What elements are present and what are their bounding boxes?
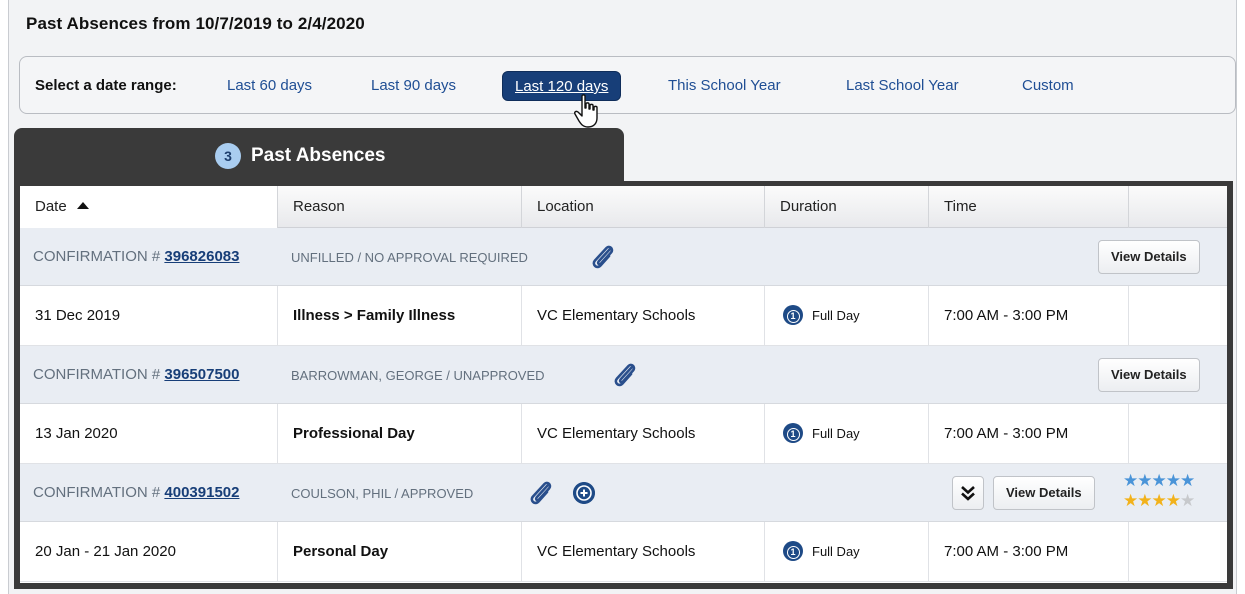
confirmation-number-link[interactable]: 396826083 (164, 248, 239, 265)
page-title: Past Absences from 10/7/2019 to 2/4/2020 (26, 14, 365, 33)
confirmation-row: CONFIRMATION # 396826083 UNFILLED / NO A… (20, 228, 1227, 286)
blue-star-rating[interactable]: ★★★★★ (1123, 471, 1195, 491)
range-this-school-year[interactable]: This School Year (656, 71, 793, 101)
view-details-button[interactable]: View Details (993, 476, 1095, 510)
clock-icon: 1 (783, 541, 803, 562)
date-range-selector: Select a date range: Last 60 days Last 9… (19, 56, 1236, 114)
confirmation-row: CONFIRMATION # 396507500 BARROWMAN, GEOR… (20, 346, 1227, 404)
absence-duration: 1 Full Day (765, 286, 929, 346)
absence-date: 31 Dec 2019 (20, 286, 278, 346)
absence-status: UNFILLED / NO APPROVAL REQUIRED (291, 250, 528, 265)
rating-stars[interactable]: ★★★★★ ★★★★★ (1123, 471, 1195, 511)
range-last-60-days[interactable]: Last 60 days (215, 71, 324, 101)
absence-date: 20 Jan - 21 Jan 2020 (20, 522, 278, 582)
paperclip-icon[interactable] (588, 242, 618, 272)
view-details-button[interactable]: View Details (1098, 358, 1200, 392)
hand-cursor-icon (574, 94, 598, 128)
range-last-90-days[interactable]: Last 90 days (359, 71, 468, 101)
table-row[interactable]: 13 Jan 2020 Professional Day VC Elementa… (20, 404, 1227, 464)
absences-table: Date Reason Location Duration Time CONFI… (20, 186, 1227, 583)
absence-time: 7:00 AM - 3:00 PM (929, 286, 1129, 346)
absence-time: 7:00 AM - 3:00 PM (929, 522, 1129, 582)
range-last-120-days[interactable]: Last 120 days (502, 71, 622, 101)
add-circle-icon[interactable] (573, 482, 595, 504)
column-header-location[interactable]: Location (522, 186, 765, 228)
absence-status: COULSON, PHIL / APPROVED (291, 486, 474, 501)
absence-status: BARROWMAN, GEORGE / UNAPPROVED (291, 368, 545, 383)
absences-table-frame: Date Reason Location Duration Time CONFI… (14, 181, 1233, 589)
table-row[interactable]: 20 Jan - 21 Jan 2020 Personal Day VC Ele… (20, 522, 1227, 582)
absence-time: 7:00 AM - 3:00 PM (929, 404, 1129, 464)
absence-reason: Illness > Family Illness (278, 286, 522, 346)
absence-reason: Personal Day (278, 522, 522, 582)
date-range-label: Select a date range: (35, 77, 177, 94)
absence-date: 13 Jan 2020 (20, 404, 278, 464)
expand-button[interactable] (952, 476, 984, 510)
absence-location: VC Elementary Schools (522, 404, 765, 464)
paperclip-icon[interactable] (526, 478, 556, 508)
past-absences-tab[interactable]: 3 Past Absences (14, 128, 624, 182)
absence-location: VC Elementary Schools (522, 522, 765, 582)
range-last-school-year[interactable]: Last School Year (834, 71, 971, 101)
clock-icon: 1 (783, 305, 803, 326)
sort-ascending-icon (76, 201, 89, 209)
view-details-button[interactable]: View Details (1098, 240, 1200, 274)
table-header: Date Reason Location Duration Time (20, 186, 1227, 228)
column-header-reason[interactable]: Reason (278, 186, 522, 228)
column-header-time[interactable]: Time (929, 186, 1129, 228)
tab-label: Past Absences (251, 145, 386, 166)
column-header-actions (1129, 186, 1227, 228)
column-header-duration[interactable]: Duration (765, 186, 929, 228)
table-row[interactable]: 31 Dec 2019 Illness > Family Illness VC … (20, 286, 1227, 346)
confirmation-row: CONFIRMATION # 400391502 COULSON, PHIL /… (20, 464, 1227, 522)
column-header-date[interactable]: Date (20, 186, 278, 228)
double-chevron-down-icon (961, 486, 975, 501)
absence-reason: Professional Day (278, 404, 522, 464)
clock-icon: 1 (783, 423, 803, 444)
confirmation-number-link[interactable]: 396507500 (164, 366, 239, 383)
paperclip-icon[interactable] (610, 360, 640, 390)
absence-duration: 1 Full Day (765, 404, 929, 464)
confirmation-label: CONFIRMATION # 400391502 (33, 484, 240, 501)
gold-star-rating[interactable]: ★★★★★ (1123, 491, 1195, 511)
confirmation-label: CONFIRMATION # 396507500 (33, 366, 240, 383)
absence-count-badge: 3 (215, 143, 241, 169)
confirmation-label: CONFIRMATION # 396826083 (33, 248, 240, 265)
absence-duration: 1 Full Day (765, 522, 929, 582)
absence-location: VC Elementary Schools (522, 286, 765, 346)
confirmation-number-link[interactable]: 400391502 (164, 484, 239, 501)
range-custom[interactable]: Custom (1010, 71, 1086, 101)
